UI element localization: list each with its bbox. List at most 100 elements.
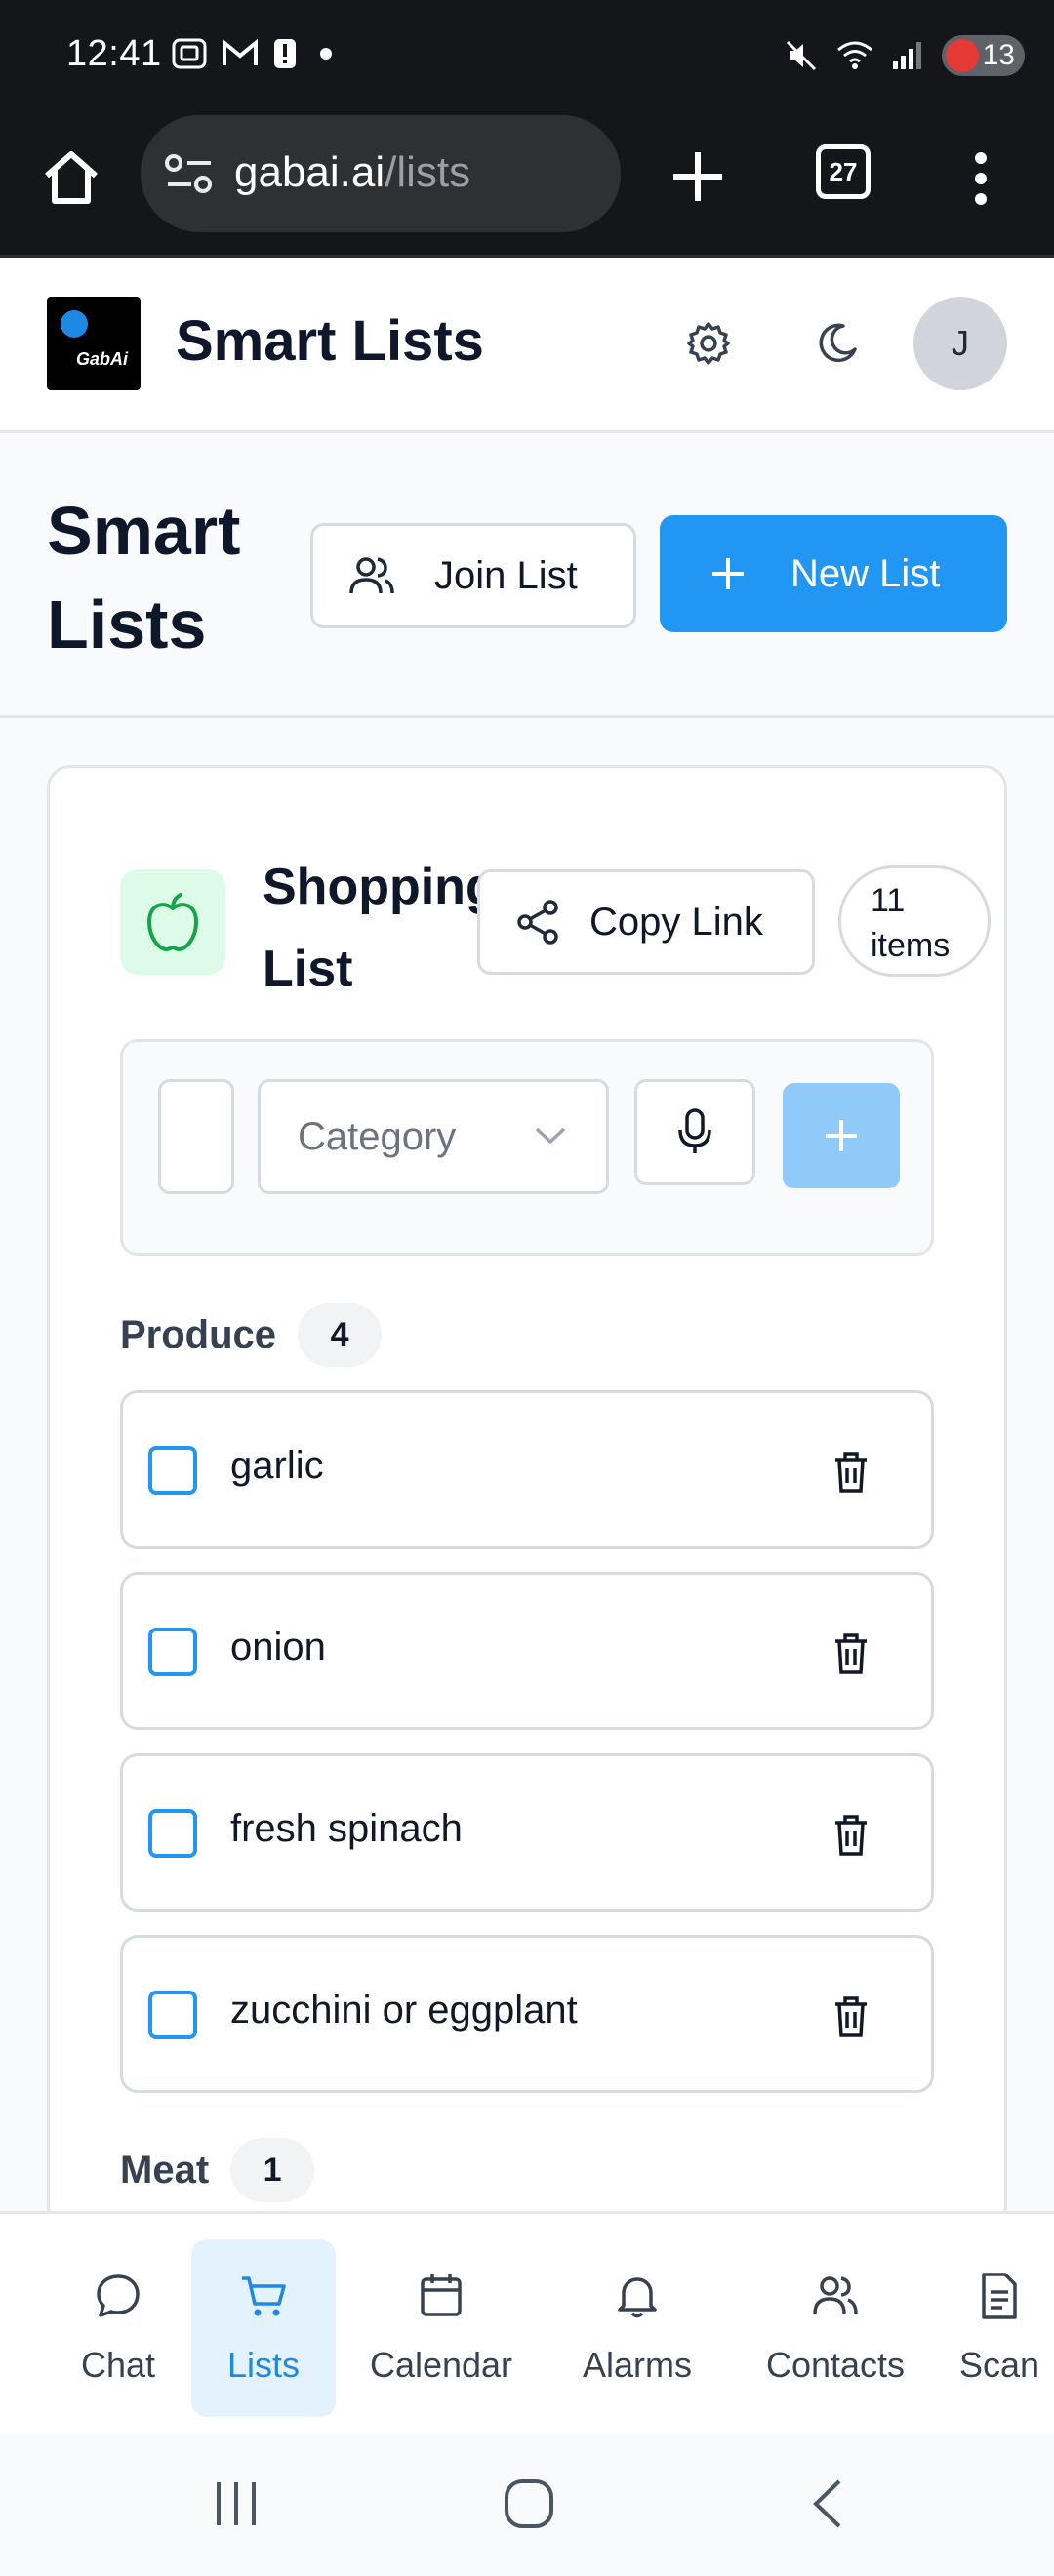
wifi-icon [836,40,873,71]
nav-item-alarms[interactable]: Alarms [566,2239,709,2417]
system-navigation-bar [0,2434,1054,2576]
user-avatar[interactable]: J [913,297,1007,390]
users-icon [808,2269,863,2323]
microphone-icon [675,1107,714,1156]
new-tab-icon[interactable] [666,144,730,209]
add-item-button[interactable] [783,1083,900,1188]
recent-apps-icon[interactable] [211,2478,262,2529]
status-bar: 12:41 13 [0,0,1054,115]
list-card: Shopping List Copy Link 11 items Categor… [47,765,1007,2229]
nav-label: Scan [958,2345,1040,2385]
item-checkbox[interactable] [148,1809,197,1858]
category-placeholder: Category [298,1114,457,1158]
item-text: fresh spinach [230,1807,463,1850]
tab-count: 27 [829,156,858,186]
new-list-label: New List [790,551,941,595]
list-title: Shopping List [263,859,497,997]
section-count-badge: 4 [298,1303,383,1367]
section-header-meat: Meat 1 [120,2138,315,2202]
item-text: garlic [230,1444,324,1487]
nav-item-contacts[interactable]: Contacts [753,2239,917,2417]
item-count-unit: items [871,927,951,964]
nav-label: Lists [226,2345,301,2385]
list-item: garlic [120,1390,934,1549]
item-text: zucchini or eggplant [230,1989,578,2032]
item-text: onion [230,1626,326,1669]
signal-icon [891,40,924,71]
nav-item-calendar[interactable]: Calendar [363,2239,519,2417]
battery-indicator: 13 [941,35,1025,76]
battery-level: 13 [982,39,1015,71]
dark-mode-moon-icon[interactable] [806,312,869,375]
status-time: 12:41 [66,33,162,74]
notification-icons [171,37,341,70]
nav-item-scan[interactable]: Scan [921,2239,1054,2417]
item-count-number: 11 [871,882,906,919]
chat-bubble-icon [91,2269,145,2323]
nav-item-lists[interactable]: Lists [191,2239,336,2417]
list-item: zucchini or eggplant [120,1935,934,2093]
back-icon[interactable] [806,2476,849,2531]
users-icon [348,554,395,597]
section-count-badge: 1 [230,2138,315,2202]
page-header: Smart Lists Join List New List [0,433,1054,718]
gmail-icon [222,39,259,68]
category-select[interactable]: Category [258,1079,609,1194]
item-count-badge: 11 items [838,865,991,977]
section-header-produce: Produce 4 [120,1303,383,1367]
nav-label: Calendar [369,2345,513,2385]
copy-link-label: Copy Link [589,900,763,944]
voice-input-button[interactable] [634,1079,755,1185]
document-icon [972,2269,1027,2323]
list-item: onion [120,1572,934,1730]
trash-icon[interactable] [824,1807,878,1862]
join-list-button[interactable]: Join List [310,523,636,628]
bottom-navigation: Chat Lists Calendar Alarms Contacts Scan [0,2211,1054,2434]
url-path: /lists [385,148,471,196]
alert-icon [272,37,298,70]
nav-label: Alarms [582,2345,692,2385]
mute-icon [784,38,819,73]
new-list-button[interactable]: New List [660,515,1007,632]
system-icons: 13 [784,35,1025,76]
logo-text: GabAi [76,349,129,369]
url-host: gabai.ai [234,148,385,196]
shopping-cart-icon [236,2269,291,2323]
trash-icon[interactable] [824,1626,878,1680]
item-checkbox[interactable] [148,1446,197,1495]
item-checkbox[interactable] [148,1991,197,2039]
site-settings-icon[interactable] [164,152,215,195]
home-icon[interactable] [37,144,105,213]
url-text: gabai.ai/lists [234,148,470,197]
plus-icon [822,1116,861,1155]
item-checkbox[interactable] [148,1628,197,1676]
app-header: GabAi Smart Lists J [0,258,1054,433]
home-button-icon[interactable] [502,2476,556,2531]
add-item-form: Category [120,1039,934,1256]
app-logo[interactable]: GabAi [47,297,141,390]
join-list-label: Join List [434,553,578,597]
nav-item-chat[interactable]: Chat [55,2239,182,2417]
share-icon [515,899,560,946]
app-title: Smart Lists [176,309,484,373]
trash-icon[interactable] [824,1989,878,2043]
settings-gear-icon[interactable] [677,312,740,375]
item-name-input[interactable] [158,1079,234,1194]
list-item: fresh spinach [120,1753,934,1912]
nav-label: Contacts [765,2345,906,2385]
calendar-icon [414,2269,468,2323]
tab-switcher-button[interactable]: 27 [816,144,871,199]
verified-badge-icon [61,310,88,338]
apple-icon [120,869,225,975]
bell-icon [610,2269,665,2323]
trash-icon[interactable] [824,1444,878,1499]
plus-icon [709,554,748,593]
copy-link-button[interactable]: Copy Link [477,869,815,975]
dot-icon [311,39,341,68]
battery-saver-icon [945,39,979,72]
more-menu-icon[interactable] [966,144,995,213]
section-name: Meat [120,2148,210,2192]
chevron-down-icon [534,1125,567,1147]
address-bar[interactable]: gabai.ai/lists [141,115,621,232]
browser-toolbar: gabai.ai/lists 27 [0,115,1054,258]
